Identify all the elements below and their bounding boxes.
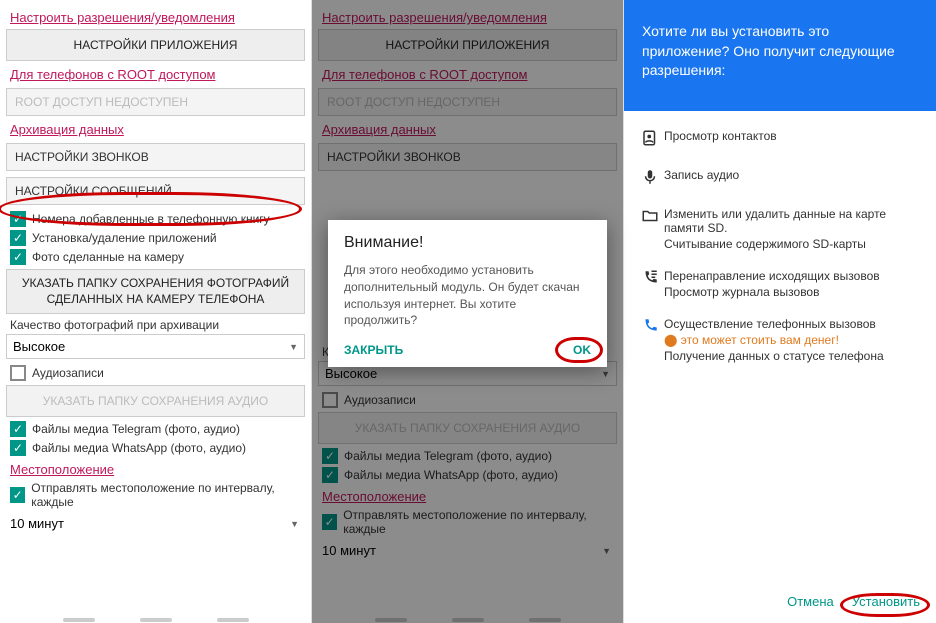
check-audio-row[interactable]: Аудиозаписи	[10, 365, 301, 381]
root-status-box: ROOT ДОСТУП НЕДОСТУПЕН	[318, 88, 617, 116]
root-status-box: ROOT ДОСТУП НЕДОСТУПЕН	[6, 88, 305, 116]
check-label: Отправлять местоположение по интервалу, …	[343, 508, 613, 536]
dialog-ok-button[interactable]: OK	[573, 343, 591, 357]
calls-settings-box: НАСТРОЙКИ ЗВОНКОВ	[318, 143, 617, 171]
dialog-title: Внимание!	[344, 234, 591, 252]
nav-bar	[312, 618, 623, 622]
checkbox-icon: ✓	[322, 448, 338, 464]
quality-select[interactable]: Высокое ▼	[6, 334, 305, 359]
check-whatsapp-row: ✓ Файлы медиа WhatsApp (фото, аудио)	[322, 467, 613, 483]
chevron-down-icon: ▼	[289, 342, 298, 352]
perm-call-log: Перенаправление исходящих вызовов Просмо…	[632, 261, 928, 309]
panel-middle: Настроить разрешения/уведомления НАСТРОЙ…	[312, 0, 624, 623]
cancel-button[interactable]: Отмена	[787, 594, 834, 609]
checkbox-icon: ✓	[10, 487, 25, 503]
check-contacts-row[interactable]: ✓ Номера добавленные в телефонную книгу	[10, 211, 301, 227]
checkbox-icon: ✓	[10, 440, 26, 456]
checkbox-icon: ✓	[10, 249, 26, 265]
perm-audio: Запись аудио	[632, 160, 928, 199]
checkbox-icon	[10, 365, 26, 381]
select-value: 10 минут	[322, 543, 376, 558]
panel-install: Хотите ли вы установить это приложение? …	[624, 0, 936, 623]
confirm-dialog: Внимание! Для этого необходимо установит…	[328, 220, 607, 367]
location-title: Местоположение	[322, 489, 613, 504]
checkbox-icon	[322, 392, 338, 408]
check-location-row[interactable]: ✓ Отправлять местоположение по интервалу…	[10, 481, 301, 509]
archive-title: Архивация данных	[322, 122, 613, 137]
checkbox-icon: ✓	[322, 467, 338, 483]
check-whatsapp-row[interactable]: ✓ Файлы медиа WhatsApp (фото, аудио)	[10, 440, 301, 456]
install-button[interactable]: Установить	[852, 594, 920, 609]
check-label: Установка/удаление приложений	[32, 231, 217, 245]
check-telegram-row[interactable]: ✓ Файлы медиа Telegram (фото, аудио)	[10, 421, 301, 437]
permissions-title: Настроить разрешения/уведомления	[322, 10, 613, 25]
app-settings-button[interactable]: НАСТРОЙКИ ПРИЛОЖЕНИЯ	[6, 29, 305, 61]
check-label: Фото сделанные на камеру	[32, 250, 184, 264]
microphone-icon	[636, 168, 664, 191]
check-label: Отправлять местоположение по интервалу, …	[31, 481, 301, 509]
dialog-body: Для этого необходимо установить дополнит…	[344, 262, 591, 329]
audio-folder-button: УКАЗАТЬ ПАПКУ СОХРАНЕНИЯ АУДИО	[318, 412, 617, 444]
check-location-row: ✓ Отправлять местоположение по интервалу…	[322, 508, 613, 536]
call-log-icon	[636, 269, 664, 292]
check-label: Файлы медиа WhatsApp (фото, аудио)	[344, 468, 558, 482]
checkbox-icon: ✓	[10, 230, 26, 246]
perm-contacts: Просмотр контактов	[632, 121, 928, 160]
check-audio-row: Аудиозаписи	[322, 392, 613, 408]
archive-title: Архивация данных	[10, 122, 301, 137]
cost-warning: ⬤ это может стоить вам денег!	[664, 333, 924, 347]
install-header: Хотите ли вы установить это приложение? …	[624, 0, 936, 111]
check-label: Аудиозаписи	[32, 366, 104, 380]
nav-bar	[0, 618, 311, 622]
photo-folder-button[interactable]: УКАЗАТЬ ПАПКУ СОХРАНЕНИЯ ФОТОГРАФИЙ СДЕЛ…	[6, 269, 305, 314]
calls-settings-box[interactable]: НАСТРОЙКИ ЗВОНКОВ	[6, 143, 305, 171]
messages-settings-box[interactable]: НАСТРОЙКИ СООБЩЕНИЙ	[6, 177, 305, 205]
check-photos-row[interactable]: ✓ Фото сделанные на камеру	[10, 249, 301, 265]
perm-phone: Осуществление телефонных вызовов ⬤ это м…	[632, 309, 928, 373]
root-title: Для телефонов с ROOT доступом	[322, 67, 613, 82]
panel-left: Настроить разрешения/уведомления НАСТРОЙ…	[0, 0, 312, 623]
chevron-down-icon: ▼	[290, 519, 299, 529]
permissions-list: Просмотр контактов Запись аудио Изменить…	[624, 111, 936, 584]
audio-folder-button: УКАЗАТЬ ПАПКУ СОХРАНЕНИЯ АУДИО	[6, 385, 305, 417]
check-apps-row[interactable]: ✓ Установка/удаление приложений	[10, 230, 301, 246]
chevron-down-icon: ▼	[601, 369, 610, 379]
check-label: Номера добавленные в телефонную книгу	[32, 212, 270, 226]
checkbox-icon: ✓	[10, 211, 26, 227]
install-actions: Отмена Установить	[624, 584, 936, 623]
check-label: Файлы медиа Telegram (фото, аудио)	[344, 449, 552, 463]
check-telegram-row: ✓ Файлы медиа Telegram (фото, аудио)	[322, 448, 613, 464]
quality-label: Качество фотографий при архивации	[10, 318, 301, 332]
contacts-icon	[636, 129, 664, 152]
chevron-down-icon: ▼	[602, 546, 611, 556]
app-settings-button: НАСТРОЙКИ ПРИЛОЖЕНИЯ	[318, 29, 617, 61]
warning-icon: ⬤	[664, 333, 677, 347]
select-value: Высокое	[13, 339, 65, 354]
checkbox-icon: ✓	[322, 514, 337, 530]
interval-select: 10 минут ▼	[318, 539, 617, 562]
check-label: Файлы медиа WhatsApp (фото, аудио)	[32, 441, 246, 455]
permissions-title: Настроить разрешения/уведомления	[10, 10, 301, 25]
phone-icon	[636, 317, 664, 340]
perm-storage: Изменить или удалить данные на карте пам…	[632, 199, 928, 261]
checkbox-icon: ✓	[10, 421, 26, 437]
folder-icon	[636, 207, 664, 230]
select-value: 10 минут	[10, 516, 64, 531]
check-label: Аудиозаписи	[344, 393, 416, 407]
select-value: Высокое	[325, 366, 377, 381]
dialog-close-button[interactable]: ЗАКРЫТЬ	[344, 343, 403, 357]
root-title: Для телефонов с ROOT доступом	[10, 67, 301, 82]
location-title: Местоположение	[10, 462, 301, 477]
interval-select[interactable]: 10 минут ▼	[6, 512, 305, 535]
check-label: Файлы медиа Telegram (фото, аудио)	[32, 422, 240, 436]
